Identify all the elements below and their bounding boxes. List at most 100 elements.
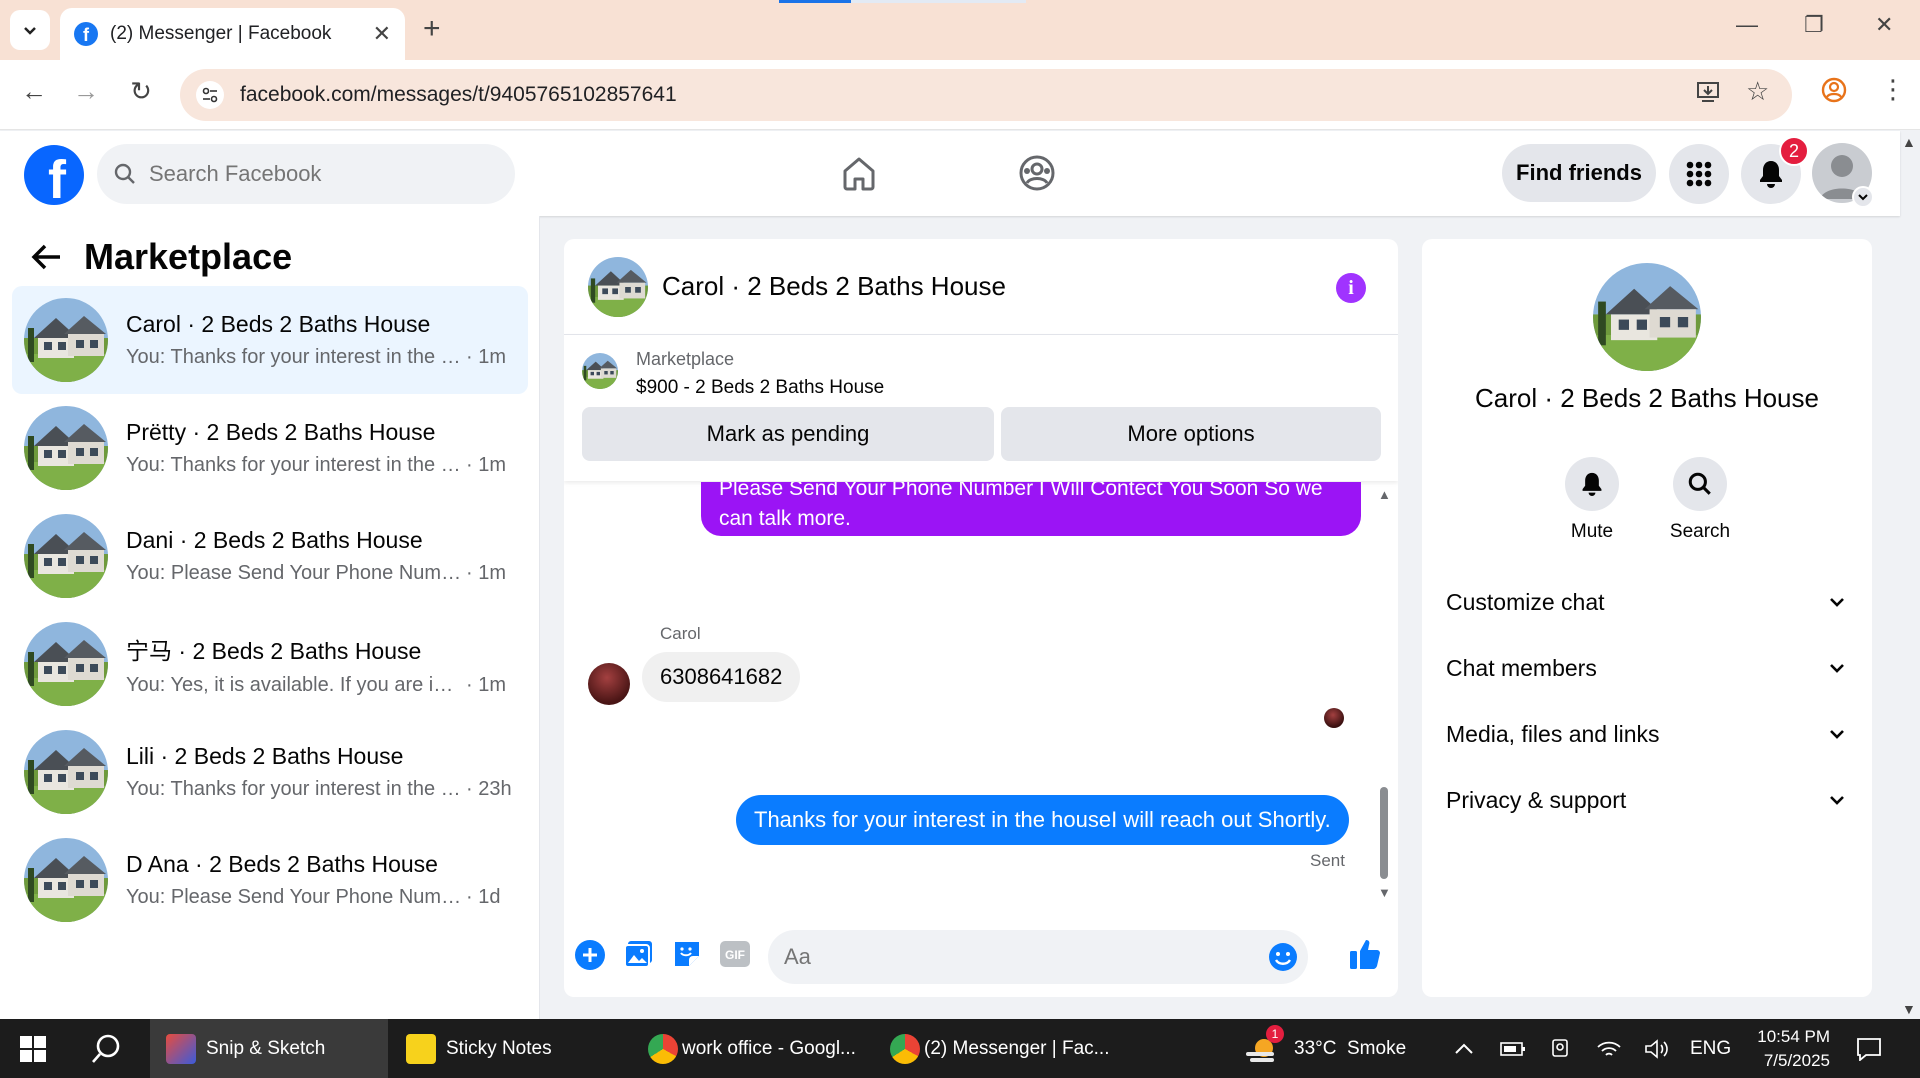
show-hidden-icons-icon[interactable] <box>1454 1019 1474 1078</box>
sender-avatar[interactable] <box>588 663 630 705</box>
tab-close-icon[interactable]: ✕ <box>373 21 391 47</box>
chat-scrollbar[interactable] <box>1380 787 1388 879</box>
account-chevron-icon[interactable] <box>1852 186 1874 208</box>
thumbs-up-icon[interactable] <box>1348 937 1382 976</box>
find-friends-button[interactable]: Find friends <box>1502 144 1656 202</box>
conversation-item[interactable]: Dani · 2 Beds 2 Baths House You: Please S… <box>12 502 528 610</box>
sticky-notes-icon <box>406 1033 436 1064</box>
conversation-item[interactable]: D Ana · 2 Beds 2 Baths House You: Please … <box>12 826 528 934</box>
bookmark-star-icon[interactable]: ☆ <box>1746 76 1769 107</box>
info-section-privacy-support[interactable]: Privacy & support <box>1446 775 1848 825</box>
gif-icon[interactable]: GIF <box>719 939 751 974</box>
reload-button[interactable]: ↻ <box>121 76 161 107</box>
tab-title: (2) Messenger | Facebook <box>110 23 332 44</box>
home-icon[interactable] <box>839 153 879 198</box>
language-indicator[interactable]: ENG <box>1690 1019 1731 1078</box>
notification-center-icon[interactable] <box>1856 1019 1882 1078</box>
message-input[interactable] <box>784 944 1224 970</box>
listing-thumbnail[interactable] <box>582 353 618 389</box>
close-window-button[interactable]: ✕ <box>1875 12 1893 38</box>
menu-grid-button[interactable] <box>1669 144 1729 204</box>
forward-button[interactable]: → <box>66 76 106 107</box>
chat-info-thumbnail[interactable] <box>1593 263 1701 371</box>
sender-name: Carol <box>660 624 701 643</box>
search-icon <box>1688 472 1711 495</box>
site-info-icon[interactable] <box>196 81 224 109</box>
conversation-item[interactable]: Carol · 2 Beds 2 Baths House You: Thanks … <box>12 286 528 394</box>
conversation-item[interactable]: Prëtty · 2 Beds 2 Baths House You: Thanks… <box>12 394 528 502</box>
photo-icon[interactable] <box>624 939 654 974</box>
install-app-icon[interactable] <box>1696 80 1722 110</box>
conversation-time: · 1m <box>466 454 506 476</box>
browser-menu-icon[interactable]: ⋮ <box>1880 74 1906 105</box>
scroll-up-icon[interactable]: ▲ <box>1378 487 1391 502</box>
back-button[interactable]: ← <box>14 76 54 107</box>
groups-icon[interactable] <box>1017 153 1057 198</box>
taskbar-app-snip-sketch[interactable]: Snip & Sketch <box>150 1019 388 1078</box>
outgoing-message[interactable]: Thanks for your interest in the houseI w… <box>736 795 1349 845</box>
conversation-item[interactable]: Lili · 2 Beds 2 Baths House You: Thanks f… <box>12 718 528 826</box>
restore-button[interactable]: ❐ <box>1804 12 1824 38</box>
search-label: Search <box>1669 521 1731 542</box>
browser-tab-messenger[interactable]: f (2) Messenger | Facebook ✕ <box>60 8 405 60</box>
url-text: facebook.com/messages/t/9405765102857641 <box>240 83 677 106</box>
facebook-search[interactable] <box>97 144 515 204</box>
weather-widget[interactable]: 1 33°C Smoke <box>1244 1019 1406 1078</box>
emoji-icon[interactable] <box>1268 942 1298 972</box>
more-options-button[interactable]: More options <box>1001 407 1381 461</box>
minimize-button[interactable]: — <box>1736 12 1758 38</box>
search-taskbar-button[interactable] <box>90 1019 122 1078</box>
outgoing-message[interactable]: Please Send Your Phone Number I Will Con… <box>701 482 1361 536</box>
conversation-list-panel: Marketplace Carol · 2 Beds 2 Baths House… <box>0 216 540 1019</box>
info-icon[interactable]: i <box>1336 273 1366 303</box>
mute-button[interactable]: Mute <box>1552 457 1632 543</box>
battery-icon[interactable] <box>1500 1019 1526 1078</box>
conversation-item[interactable]: 宁马 · 2 Beds 2 Baths House You: Yes, it is… <box>12 610 528 718</box>
conversation-preview: You: Please Send Your Phone Number... <box>126 886 462 908</box>
info-section-media-files-and-links[interactable]: Media, files and links <box>1446 709 1848 759</box>
address-bar[interactable]: facebook.com/messages/t/9405765102857641 <box>180 69 1792 121</box>
sticker-icon[interactable] <box>672 939 702 974</box>
windows-icon <box>20 1035 46 1062</box>
chat-panel: Carol · 2 Beds 2 Baths House i Marketpla… <box>564 239 1398 997</box>
loading-indicator-track <box>851 0 1026 3</box>
new-tab-button[interactable]: + <box>423 12 441 46</box>
tab-search-button[interactable] <box>10 10 50 50</box>
info-section-chat-members[interactable]: Chat members <box>1446 643 1848 693</box>
search-icon <box>114 163 135 184</box>
conversation-preview: You: Thanks for your interest in the h..… <box>126 454 462 476</box>
taskbar-app-chrome-messenger[interactable]: (2) Messenger | Fac... <box>890 1019 1120 1078</box>
seen-indicator-avatar <box>1324 708 1344 728</box>
meet-now-icon[interactable] <box>1550 1019 1570 1078</box>
info-section-customize-chat[interactable]: Customize chat <box>1446 577 1848 627</box>
conversation-name: Dani · 2 Beds 2 Baths House <box>126 527 423 553</box>
taskbar-app-chrome-work[interactable]: work office - Googl... <box>648 1019 878 1078</box>
volume-icon[interactable] <box>1644 1019 1670 1078</box>
grid-icon <box>1686 161 1712 187</box>
page-scroll-down-icon[interactable]: ▼ <box>1902 1001 1916 1017</box>
bell-icon <box>1582 472 1602 496</box>
search-in-conversation-button[interactable]: Search <box>1660 457 1740 543</box>
taskbar-clock[interactable]: 10:54 PM 7/5/2025 <box>1730 1025 1830 1073</box>
wifi-icon[interactable] <box>1596 1019 1622 1078</box>
chat-title: Carol · 2 Beds 2 Baths House <box>662 271 1006 301</box>
facebook-logo-icon[interactable]: f <box>24 145 84 205</box>
start-button[interactable] <box>20 1019 46 1078</box>
facebook-header: f Find friends 2 <box>0 131 1900 216</box>
scroll-down-icon[interactable]: ▼ <box>1378 885 1391 900</box>
panel-title: Marketplace <box>84 236 293 277</box>
incoming-message[interactable]: 6308641682 <box>642 652 801 702</box>
plus-circle-icon[interactable] <box>574 939 606 976</box>
chat-header[interactable]: Carol · 2 Beds 2 Baths House i <box>564 239 1398 335</box>
section-label: Media, files and links <box>1446 720 1660 747</box>
back-arrow-icon[interactable] <box>30 242 64 277</box>
taskbar-app-sticky-notes[interactable]: Sticky Notes <box>406 1019 626 1078</box>
mark-as-pending-button[interactable]: Mark as pending <box>582 407 994 461</box>
facebook-search-input[interactable] <box>149 161 469 187</box>
profile-icon[interactable] <box>1820 76 1848 110</box>
page-scroll-up-icon[interactable]: ▲ <box>1902 134 1916 150</box>
message-composer: GIF <box>564 919 1398 997</box>
message-input-box[interactable] <box>768 930 1308 984</box>
conversation-preview: You: Please Send Your Phone Numbe... <box>126 562 462 584</box>
listing-title[interactable]: $900 - 2 Beds 2 Baths House <box>636 377 884 399</box>
